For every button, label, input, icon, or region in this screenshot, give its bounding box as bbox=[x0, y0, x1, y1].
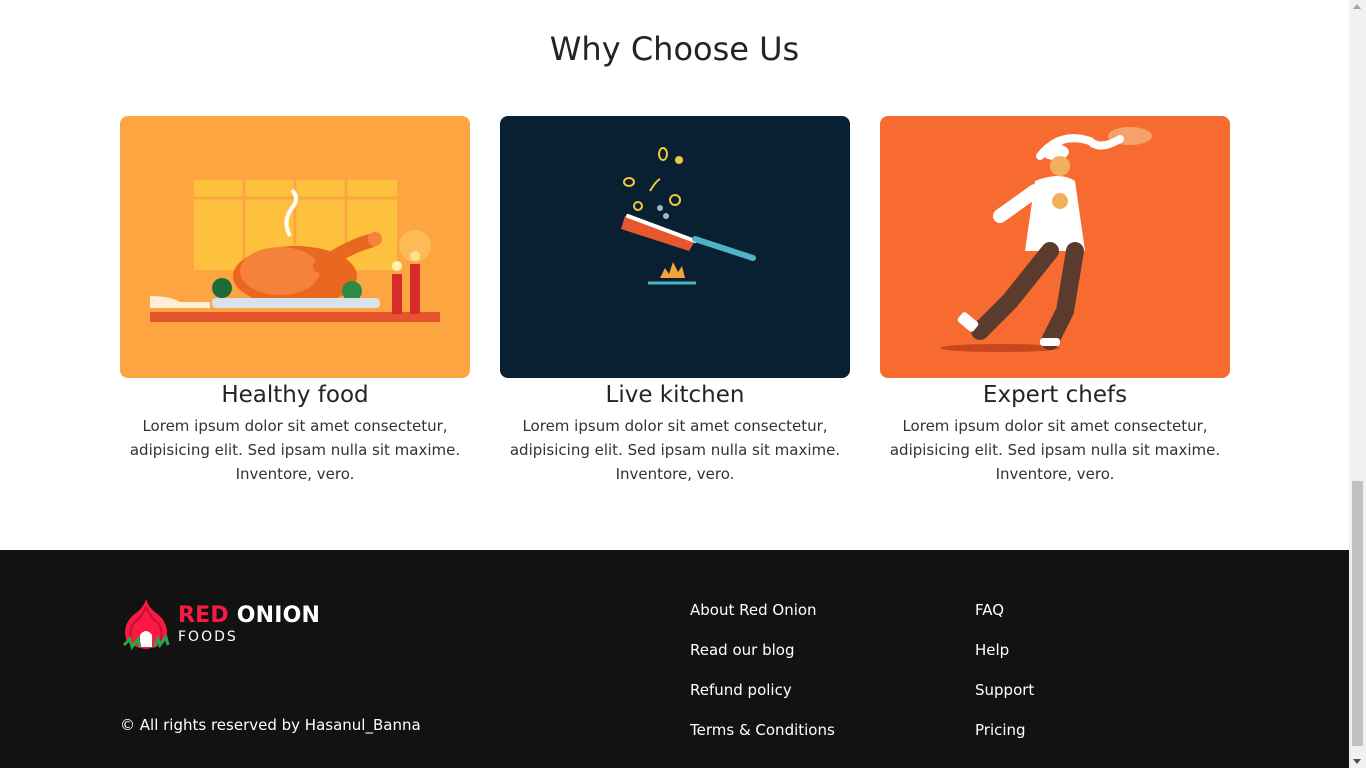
chef-illustration bbox=[880, 116, 1230, 378]
onion-icon bbox=[122, 599, 170, 651]
vertical-scrollbar[interactable] bbox=[1349, 0, 1366, 768]
footer-link-support[interactable]: Support bbox=[975, 681, 1034, 699]
card-title: Expert chefs bbox=[982, 382, 1128, 408]
footer-link-item: Read our blog bbox=[690, 640, 835, 680]
footer-link-item: Terms & Conditions bbox=[690, 720, 835, 760]
brand-name: RED ONION bbox=[178, 603, 320, 628]
roast-turkey-illustration bbox=[120, 116, 470, 378]
footer-link-refund[interactable]: Refund policy bbox=[690, 681, 792, 699]
section-title: Why Choose Us bbox=[549, 30, 800, 68]
frying-pan-illustration bbox=[500, 116, 850, 378]
footer-link-item: About Red Onion bbox=[690, 600, 835, 640]
copyright-text: © All rights reserved by Hasanul_Banna bbox=[120, 716, 421, 734]
card-title: Healthy food bbox=[221, 382, 369, 408]
card-text: Lorem ipsum dolor sit amet consectetur, … bbox=[509, 417, 841, 483]
scroll-down-arrow-icon[interactable] bbox=[1353, 759, 1361, 764]
card-text: Lorem ipsum dolor sit amet consectetur, … bbox=[129, 417, 461, 483]
scroll-up-arrow-icon[interactable] bbox=[1353, 4, 1361, 9]
footer-link-item: Help bbox=[975, 640, 1034, 680]
footer-link-help[interactable]: Help bbox=[975, 641, 1009, 659]
brand-subtitle: FOODS bbox=[178, 629, 238, 645]
footer-logo[interactable]: RED ONION FOODS bbox=[120, 597, 320, 651]
feature-card-healthy-food: Healthy food Lorem ipsum dolor sit amet … bbox=[120, 116, 470, 486]
footer-link-faq[interactable]: FAQ bbox=[975, 601, 1004, 619]
footer-link-item: Support bbox=[975, 680, 1034, 720]
scrollbar-thumb[interactable] bbox=[1352, 481, 1363, 746]
feature-card-expert-chefs: Expert chefs Lorem ipsum dolor sit amet … bbox=[880, 116, 1230, 486]
footer-link-pricing[interactable]: Pricing bbox=[975, 721, 1026, 739]
footer-link-about[interactable]: About Red Onion bbox=[690, 601, 817, 619]
footer-link-item: FAQ bbox=[975, 600, 1034, 640]
feature-card-live-kitchen: Live kitchen Lorem ipsum dolor sit amet … bbox=[500, 116, 850, 486]
card-title: Live kitchen bbox=[605, 382, 745, 408]
footer-link-item: Refund policy bbox=[690, 680, 835, 720]
footer-links-column-1: About Red Onion Read our blog Refund pol… bbox=[690, 600, 835, 760]
page: Why Choose Us Healthy food Lorem ipsum d… bbox=[0, 0, 1349, 768]
footer-links-column-2: FAQ Help Support Pricing bbox=[975, 600, 1034, 760]
footer: RED ONION FOODS © All rights reserved by… bbox=[0, 550, 1349, 768]
footer-link-terms[interactable]: Terms & Conditions bbox=[690, 721, 835, 739]
brand-red-text: RED bbox=[178, 603, 229, 628]
brand-white-text: ONION bbox=[236, 603, 321, 628]
footer-link-blog[interactable]: Read our blog bbox=[690, 641, 794, 659]
card-text: Lorem ipsum dolor sit amet consectetur, … bbox=[889, 417, 1221, 483]
footer-link-item: Pricing bbox=[975, 720, 1034, 760]
